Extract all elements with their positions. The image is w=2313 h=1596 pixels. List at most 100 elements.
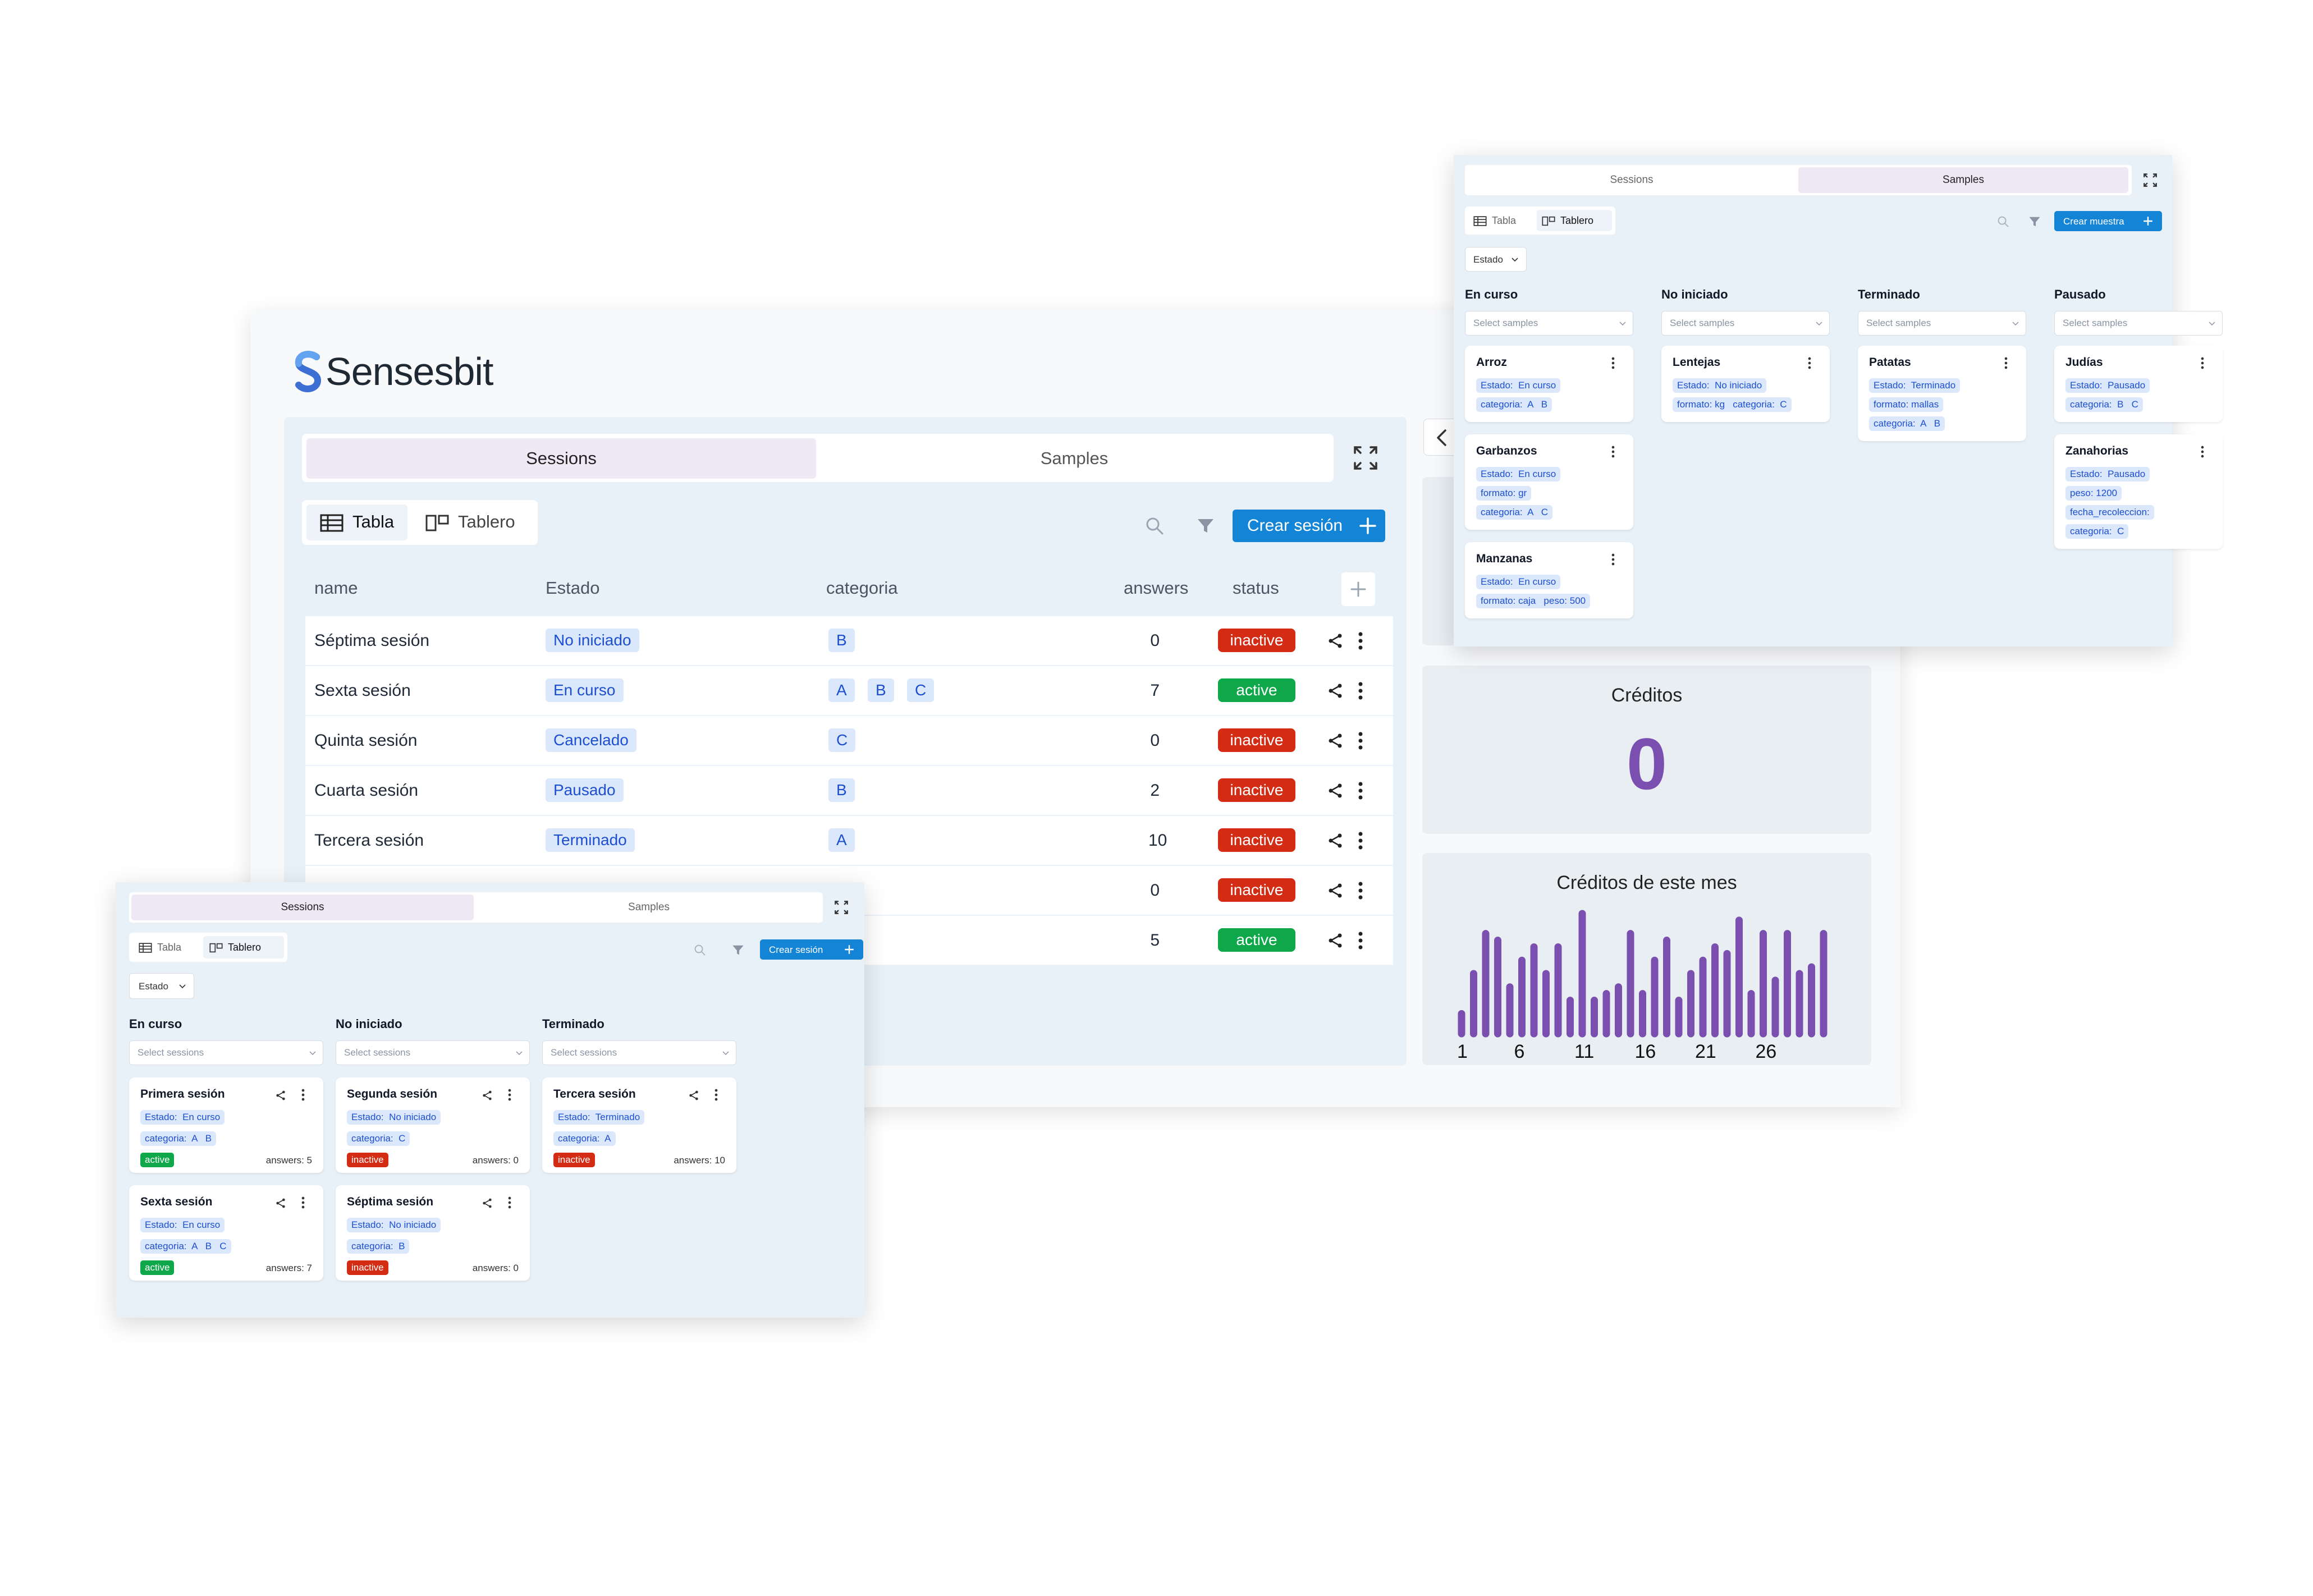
board-column-select[interactable]: Select samples (1661, 311, 1830, 336)
card-more-icon[interactable] (2004, 356, 2008, 370)
board-card[interactable]: Zanahorias Estado: Pausado peso: 1200 fecha… (2054, 434, 2223, 549)
board-card-tag: categoria: A B (1476, 397, 1552, 412)
card-share-icon[interactable] (482, 1090, 493, 1101)
board-column-select[interactable]: Select samples (2054, 311, 2223, 336)
card-share-icon[interactable] (275, 1198, 286, 1209)
card-more-icon[interactable] (301, 1088, 305, 1102)
share-icon[interactable] (1327, 782, 1344, 799)
board-card[interactable]: Tercera sesión Estado: Terminado categoria… (542, 1077, 736, 1173)
more-options-icon[interactable] (1357, 931, 1364, 950)
card-more-icon[interactable] (2200, 444, 2205, 459)
chart-x-tick: 26 (1756, 1041, 1777, 1062)
board-card-status: inactive (347, 1153, 388, 1167)
more-options-icon[interactable] (1357, 881, 1364, 900)
board-view-table[interactable]: Tabla (132, 936, 202, 958)
card-share-icon[interactable] (688, 1090, 699, 1101)
col-header-estado[interactable]: Estado (546, 578, 600, 598)
board-card-tag: Estado: En curso (1476, 467, 1561, 481)
more-options-icon[interactable] (1357, 731, 1364, 750)
samples-board-icon (1542, 216, 1555, 226)
card-more-icon[interactable] (301, 1195, 305, 1210)
card-more-icon[interactable] (507, 1088, 512, 1102)
more-options-icon[interactable] (1357, 831, 1364, 850)
more-options-icon[interactable] (1357, 631, 1364, 650)
expand-icon[interactable] (1353, 445, 1378, 471)
samples-tab-sessions[interactable]: Sessions (1467, 167, 1796, 193)
board-view-board[interactable]: Tablero (203, 936, 284, 958)
samples-filter-icon[interactable] (2028, 215, 2041, 228)
board-card[interactable]: Judías Estado: Pausado categoria: B C (2054, 346, 2223, 422)
board-column-select[interactable]: Select sessions (542, 1040, 736, 1065)
table-row[interactable]: Sexta sesión En curso A B C 7 active (305, 666, 1393, 716)
add-column-button[interactable] (1341, 572, 1375, 606)
board-tab-samples[interactable]: Samples (477, 895, 821, 920)
samples-view-table[interactable]: Tabla (1469, 210, 1536, 231)
board-card[interactable]: Primera sesión Estado: En curso categoria:… (129, 1077, 323, 1173)
share-icon[interactable] (1327, 682, 1344, 699)
samples-tab-samples[interactable]: Samples (1798, 167, 2128, 193)
col-header-answers[interactable]: answers (1124, 578, 1188, 598)
board-card[interactable]: Séptima sesión Estado: No iniciado categor… (336, 1185, 530, 1281)
tab-samples[interactable]: Samples (819, 438, 1329, 479)
share-icon[interactable] (1327, 732, 1344, 749)
board-card-tag: Estado: Pausado (2065, 378, 2150, 393)
col-header-status[interactable]: status (1233, 578, 1279, 598)
more-options-icon[interactable] (1357, 781, 1364, 800)
board-card[interactable]: Garbanzos Estado: En curso formato: gr cate… (1465, 434, 1633, 530)
samples-view-board-label: Tablero (1560, 215, 1594, 226)
board-create-session-button[interactable]: Crear sesión (760, 939, 863, 960)
share-icon[interactable] (1327, 882, 1344, 899)
board-column-select[interactable]: Select samples (1465, 311, 1633, 336)
share-icon[interactable] (1327, 632, 1344, 649)
card-share-icon[interactable] (482, 1198, 493, 1209)
brand-logo (292, 349, 326, 394)
board-column-select[interactable]: Select samples (1858, 311, 2026, 336)
board-card[interactable]: Lentejas Estado: No iniciado formato: kg c… (1661, 346, 1830, 422)
search-icon[interactable] (1145, 516, 1164, 535)
card-more-icon[interactable] (2200, 356, 2205, 370)
table-row[interactable]: Séptima sesión No iniciado B 0 inactive (305, 616, 1393, 666)
board-card[interactable]: Arroz Estado: En curso categoria: A B (1465, 346, 1633, 422)
more-options-icon[interactable] (1357, 681, 1364, 700)
board-card-tag: categoria: A C (1476, 505, 1553, 520)
view-board-button[interactable]: Tablero (458, 512, 515, 532)
samples-view-board[interactable]: Tablero (1537, 210, 1612, 231)
table-row[interactable]: Tercera sesión Terminado A 10 inactive (305, 816, 1393, 865)
logo-s-icon (295, 351, 322, 392)
board-card[interactable]: Sexta sesión Estado: En curso categoria: A… (129, 1185, 323, 1281)
create-session-button[interactable]: Crear sesión (1233, 510, 1385, 542)
col-header-name[interactable]: name (314, 578, 358, 598)
board-search-icon[interactable] (694, 944, 706, 956)
create-sample-button[interactable]: Crear muestra (2054, 211, 2162, 231)
board-card-title: Zanahorias (2065, 444, 2129, 457)
tab-sessions[interactable]: Sessions (306, 438, 816, 479)
col-header-categoria[interactable]: categoria (826, 578, 898, 598)
samples-search-icon[interactable] (1997, 215, 2009, 228)
row-estado-tag: Pausado (546, 778, 624, 802)
card-more-icon[interactable] (714, 1088, 718, 1102)
board-card-tag: categoria: A B C (140, 1239, 231, 1254)
card-more-icon[interactable] (507, 1195, 512, 1210)
table-row[interactable]: Cuarta sesión Pausado B 2 inactive (305, 766, 1393, 815)
board-estado-filter[interactable]: Estado (129, 973, 194, 999)
board-filter-icon[interactable] (732, 944, 744, 956)
share-icon[interactable] (1327, 932, 1344, 949)
card-more-icon[interactable] (1611, 356, 1615, 370)
filter-icon[interactable] (1197, 517, 1215, 534)
board-column-select[interactable]: Select sessions (129, 1040, 323, 1065)
card-more-icon[interactable] (1611, 552, 1615, 567)
board-card[interactable]: Patatas Estado: Terminado formato: mallas c… (1858, 346, 2026, 441)
card-share-icon[interactable] (275, 1090, 286, 1101)
share-icon[interactable] (1327, 832, 1344, 849)
board-card[interactable]: Manzanas Estado: En curso formato: caja pe… (1465, 542, 1633, 618)
samples-estado-filter[interactable]: Estado (1465, 247, 1527, 272)
board-card[interactable]: Segunda sesión Estado: No iniciado categor… (336, 1077, 530, 1173)
board-card-tag: categoria: A B (140, 1131, 217, 1146)
card-more-icon[interactable] (1611, 444, 1615, 459)
board-column-select[interactable]: Select sessions (336, 1040, 530, 1065)
board-tab-sessions[interactable]: Sessions (131, 895, 474, 920)
samples-expand-icon[interactable] (2143, 173, 2158, 187)
table-row[interactable]: Quinta sesión Cancelado C 0 inactive (305, 716, 1393, 765)
board-expand-icon[interactable] (834, 900, 849, 915)
card-more-icon[interactable] (1807, 356, 1812, 370)
